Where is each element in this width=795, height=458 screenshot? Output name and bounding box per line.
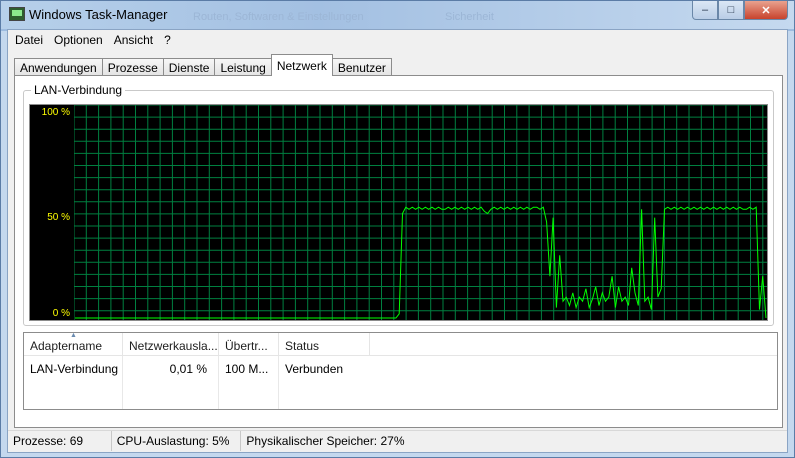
adapter-table: ▲ Adaptername Netzwerkausla... Übertr...… [23, 332, 778, 410]
menu-optionen[interactable]: Optionen [49, 30, 109, 50]
cell-utilization: 0,01 % [169, 362, 207, 376]
column-adaptername[interactable]: ▲ Adaptername [24, 333, 123, 356]
client-area: Datei Optionen Ansicht ? Anwendungen Pro… [7, 29, 788, 453]
scale-label-100: 100 % [41, 107, 70, 118]
task-manager-icon [9, 7, 25, 21]
status-processes: Prozesse: 69 [8, 431, 112, 451]
title-bar[interactable]: Windows Task-Manager Routen, Softwaren &… [1, 1, 794, 29]
table-row[interactable]: LAN-Verbindung 0,01 % 100 M... Verbunden [24, 356, 777, 380]
graph-group: LAN-Verbindung 100 % 50 % 0 % [23, 83, 774, 326]
scale-label-0: 0 % [52, 308, 70, 319]
graph-grid [74, 105, 767, 320]
window-title: Windows Task-Manager [29, 7, 168, 22]
status-cpu: CPU-Auslastung: 5% [112, 431, 242, 451]
tab-prozesse[interactable]: Prozesse [101, 58, 164, 76]
graph-scale: 100 % 50 % 0 % [30, 105, 74, 320]
maximize-button[interactable]: □ [718, 1, 744, 20]
close-button[interactable]: ✕ [744, 1, 788, 20]
tab-strip: Anwendungen Prozesse Dienste Leistung Ne… [14, 54, 392, 76]
column-netzwerkauslastung[interactable]: Netzwerkausla... [123, 333, 219, 356]
netzwerk-panel: LAN-Verbindung 100 % 50 % 0 % ▲ Adaptern… [14, 75, 783, 428]
menu-help[interactable]: ? [159, 30, 177, 50]
tab-netzwerk[interactable]: Netzwerk [270, 54, 333, 76]
menu-bar: Datei Optionen Ansicht ? [8, 30, 787, 50]
tab-leistung[interactable]: Leistung [214, 58, 272, 76]
network-graph: 100 % 50 % 0 % [29, 104, 768, 321]
tab-benutzer[interactable]: Benutzer [331, 58, 392, 76]
graph-title: LAN-Verbindung [31, 83, 126, 97]
tab-dienste[interactable]: Dienste [162, 58, 216, 76]
cell-adapter-name: LAN-Verbindung [30, 362, 119, 376]
sort-ascending-icon: ▲ [70, 333, 77, 339]
column-status[interactable]: Status [279, 333, 370, 356]
task-manager-window: Windows Task-Manager Routen, Softwaren &… [0, 0, 795, 458]
column-uebertragungsrate[interactable]: Übertr... [219, 333, 279, 356]
status-bar: Prozesse: 69 CPU-Auslastung: 5% Physikal… [8, 430, 787, 452]
minimize-button[interactable]: – [692, 1, 718, 20]
background-window-text: Sicherheit [445, 11, 494, 23]
cell-status: Verbunden [285, 362, 344, 376]
status-memory: Physikalischer Speicher: 27% [246, 434, 405, 448]
scale-label-50: 50 % [47, 212, 70, 223]
adapter-table-header: ▲ Adaptername Netzwerkausla... Übertr...… [24, 333, 777, 356]
background-window-text: Routen, Softwaren & Einstellungen [193, 11, 364, 23]
menu-ansicht[interactable]: Ansicht [109, 30, 159, 50]
menu-datei[interactable]: Datei [10, 30, 49, 50]
tab-anwendungen[interactable]: Anwendungen [14, 58, 103, 76]
cell-speed: 100 M... [225, 362, 269, 376]
utilization-plot [74, 105, 767, 320]
